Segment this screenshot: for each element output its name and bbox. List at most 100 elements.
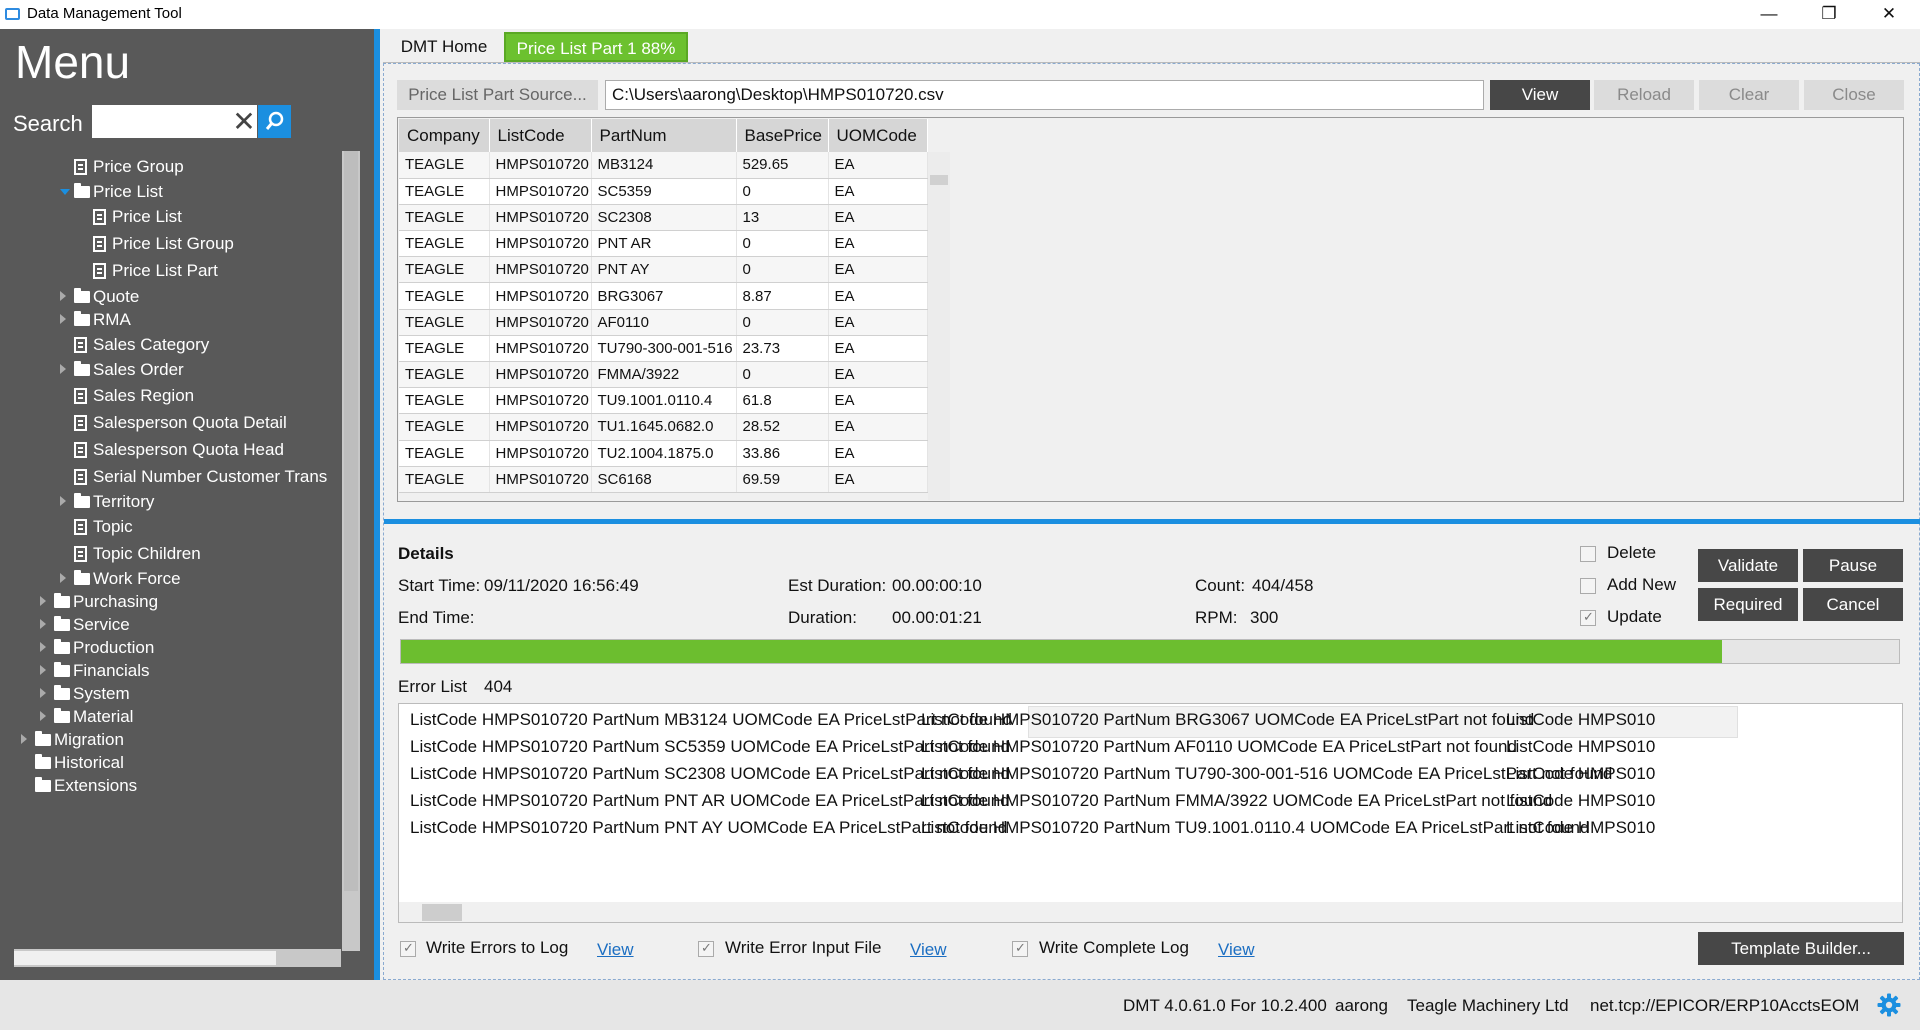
tree-item-price-list-group[interactable]: Price List Group: [14, 233, 341, 257]
clear-search-icon[interactable]: ✕: [231, 105, 257, 138]
grid-scroll-thumb[interactable]: [930, 175, 948, 185]
expand-arrow-icon[interactable]: [40, 596, 46, 606]
table-cell[interactable]: EA: [828, 335, 928, 363]
table-cell[interactable]: EA: [828, 152, 928, 179]
table-row[interactable]: TEAGLE HMPS010720 TU2.1004.1875.0 33.86 EA: [399, 440, 928, 467]
table-cell[interactable]: 0: [736, 178, 829, 205]
table-cell[interactable]: 0: [736, 361, 829, 389]
sidebar-splitter[interactable]: [374, 29, 380, 980]
source-path-field[interactable]: C:\Users\aarong\Desktop\HMPS010720.csv: [605, 80, 1484, 110]
table-cell[interactable]: TEAGLE: [399, 152, 490, 179]
expand-arrow-icon[interactable]: [40, 619, 46, 629]
tree-item-service[interactable]: Service: [14, 614, 341, 638]
table-cell[interactable]: HMPS010720: [489, 152, 592, 179]
expand-arrow-icon[interactable]: [40, 665, 46, 675]
table-cell[interactable]: 33.86: [736, 440, 829, 467]
error-list-horizontal-scrollbar[interactable]: [399, 902, 1902, 922]
table-cell[interactable]: 0: [736, 309, 829, 336]
table-cell[interactable]: 0: [736, 256, 829, 284]
table-cell[interactable]: EA: [828, 361, 928, 389]
expand-arrow-icon[interactable]: [40, 688, 46, 698]
table-row[interactable]: TEAGLE HMPS010720 TU790-300-001-516 23.73 EA: [399, 335, 928, 363]
tree-item-work-force[interactable]: Work Force: [14, 568, 341, 592]
table-cell[interactable]: EA: [828, 178, 928, 205]
tree-item-migration[interactable]: Migration: [14, 729, 341, 753]
error-list-item[interactable]: ListCode HMPS010720 PartNum TU9.1001.011…: [921, 818, 1589, 838]
close-button[interactable]: Close: [1804, 80, 1904, 110]
table-cell[interactable]: PNT AY: [591, 256, 737, 284]
table-cell[interactable]: TEAGLE: [399, 230, 490, 258]
error-list-scroll-thumb[interactable]: [422, 904, 462, 921]
table-cell[interactable]: 28.52: [736, 413, 829, 441]
panel-splitter[interactable]: [384, 519, 1920, 524]
table-row[interactable]: TEAGLE HMPS010720 BRG3067 8.87 EA: [399, 282, 928, 310]
tree-item-material[interactable]: Material: [14, 706, 341, 730]
gear-icon[interactable]: [1877, 993, 1901, 1017]
error-list-item[interactable]: ListCode HMPS010: [1506, 791, 1655, 811]
error-list-item[interactable]: ListCode HMPS010: [1506, 764, 1655, 784]
table-cell[interactable]: HMPS010720: [489, 361, 592, 389]
write-errors-log-checkbox[interactable]: [400, 940, 416, 957]
tree-item-topic-children[interactable]: Topic Children: [14, 543, 341, 567]
table-cell[interactable]: PNT AR: [591, 230, 737, 258]
table-cell[interactable]: 529.65: [736, 152, 829, 179]
pause-button[interactable]: Pause: [1803, 549, 1903, 582]
expand-arrow-icon[interactable]: [40, 711, 46, 721]
error-list-item[interactable]: ListCode HMPS010720 PartNum FMMA/3922 UO…: [921, 791, 1552, 811]
minimize-button[interactable]: —: [1742, 0, 1796, 29]
maximize-button[interactable]: ❐: [1802, 0, 1856, 29]
table-cell[interactable]: HMPS010720: [489, 282, 592, 310]
error-list-item[interactable]: ListCode HMPS010720 PartNum BRG3067 UOMC…: [921, 710, 1534, 730]
table-cell[interactable]: HMPS010720: [489, 309, 592, 336]
table-cell[interactable]: 13: [736, 204, 829, 232]
table-cell[interactable]: MB3124: [591, 152, 737, 179]
required-button[interactable]: Required: [1698, 588, 1798, 621]
cancel-button[interactable]: Cancel: [1803, 588, 1903, 621]
table-cell[interactable]: EA: [828, 282, 928, 310]
error-list-item[interactable]: ListCode HMPS010720 PartNum PNT AY UOMCo…: [410, 818, 1007, 838]
error-list-item[interactable]: ListCode HMPS010720 PartNum AF0110 UOMCo…: [921, 737, 1517, 757]
table-cell[interactable]: HMPS010720: [489, 413, 592, 441]
tree-item-historical[interactable]: Historical: [14, 752, 341, 776]
search-input[interactable]: [92, 105, 231, 138]
table-cell[interactable]: AF0110: [591, 309, 737, 336]
tree-item-rma[interactable]: RMA: [14, 309, 341, 333]
add-new-checkbox[interactable]: [1580, 578, 1596, 594]
table-cell[interactable]: HMPS010720: [489, 466, 592, 493]
table-cell[interactable]: TU2.1004.1875.0: [591, 440, 737, 467]
table-cell[interactable]: TEAGLE: [399, 309, 490, 336]
column-header-company[interactable]: Company: [399, 119, 490, 152]
table-cell[interactable]: TU9.1001.0110.4: [591, 387, 737, 415]
table-cell[interactable]: TEAGLE: [399, 361, 490, 389]
table-cell[interactable]: TU790-300-001-516: [591, 335, 737, 363]
tree-item-price-group[interactable]: Price Group: [14, 156, 341, 180]
table-row[interactable]: TEAGLE HMPS010720 TU9.1001.0110.4 61.8 EA: [399, 387, 928, 415]
table-cell[interactable]: 69.59: [736, 466, 829, 493]
table-row[interactable]: TEAGLE HMPS010720 TU1.1645.0682.0 28.52 EA: [399, 413, 928, 441]
table-cell[interactable]: EA: [828, 230, 928, 258]
collapse-arrow-icon[interactable]: [60, 189, 70, 195]
table-row[interactable]: TEAGLE HMPS010720 PNT AR 0 EA: [399, 230, 928, 258]
table-cell[interactable]: HMPS010720: [489, 387, 592, 415]
template-builder-button[interactable]: Template Builder...: [1698, 932, 1904, 965]
tree-item-salesperson-quota-head[interactable]: Salesperson Quota Head: [14, 439, 341, 463]
tree-vertical-scroll-thumb[interactable]: [344, 151, 358, 891]
table-cell[interactable]: HMPS010720: [489, 440, 592, 467]
table-cell[interactable]: TEAGLE: [399, 335, 490, 363]
table-cell[interactable]: FMMA/3922: [591, 361, 737, 389]
table-cell[interactable]: TEAGLE: [399, 282, 490, 310]
table-row[interactable]: TEAGLE HMPS010720 MB3124 529.65 EA: [399, 152, 928, 179]
tree-item-price-list[interactable]: Price List: [14, 181, 341, 205]
tree-item-system[interactable]: System: [14, 683, 341, 707]
expand-arrow-icon[interactable]: [60, 291, 66, 301]
table-cell[interactable]: TEAGLE: [399, 256, 490, 284]
table-cell[interactable]: EA: [828, 466, 928, 493]
table-row[interactable]: TEAGLE HMPS010720 FMMA/3922 0 EA: [399, 361, 928, 389]
table-cell[interactable]: EA: [828, 256, 928, 284]
column-header-baseprice[interactable]: BasePrice: [736, 119, 829, 152]
table-cell[interactable]: 23.73: [736, 335, 829, 363]
tree-item-financials[interactable]: Financials: [14, 660, 341, 684]
view-button[interactable]: View: [1490, 80, 1590, 110]
expand-arrow-icon[interactable]: [60, 496, 66, 506]
expand-arrow-icon[interactable]: [21, 734, 27, 744]
